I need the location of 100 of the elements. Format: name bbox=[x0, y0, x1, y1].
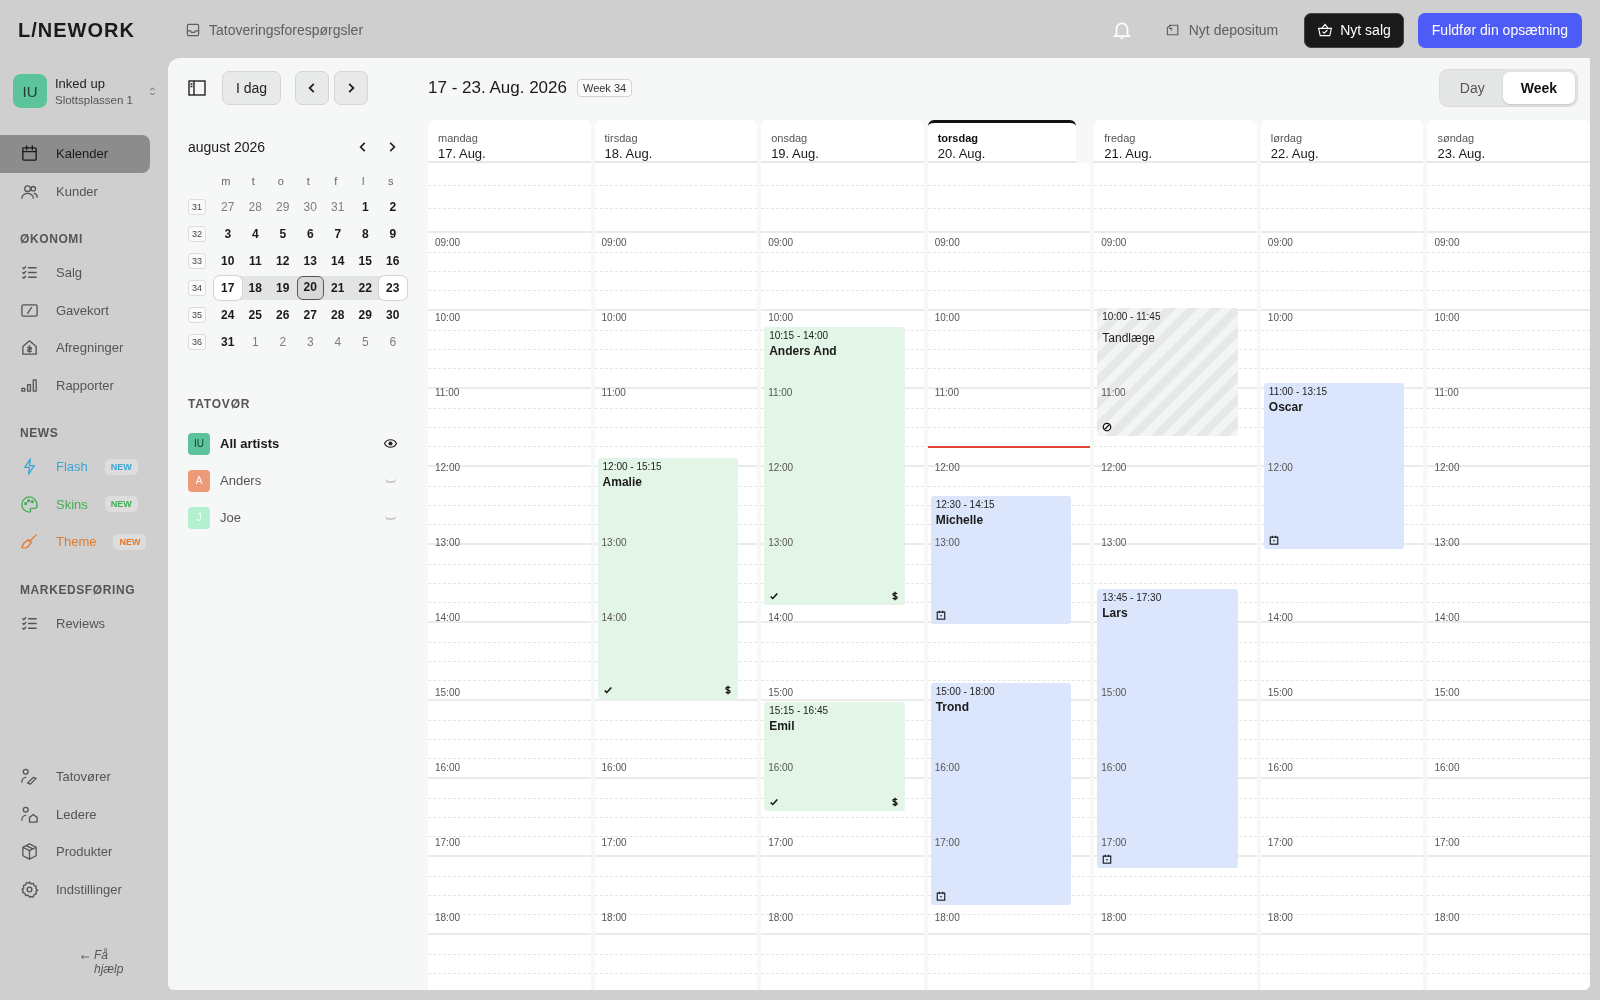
date-cell[interactable]: 3 bbox=[296, 330, 324, 354]
date-cell[interactable]: 14 bbox=[324, 249, 352, 273]
date-cell[interactable]: 31 bbox=[214, 330, 242, 354]
artist-row[interactable]: A Anders bbox=[185, 462, 400, 499]
previous-week-button[interactable] bbox=[295, 70, 330, 105]
date-cell[interactable]: 28 bbox=[324, 303, 352, 327]
hour-label: 18:00 bbox=[768, 912, 794, 924]
inbox-link[interactable]: Tatoveringsforespørgsler bbox=[185, 22, 364, 38]
sidebar-toggle-icon[interactable] bbox=[187, 77, 207, 98]
view-tab[interactable]: Day bbox=[1441, 72, 1503, 104]
date-cell[interactable]: 27 bbox=[296, 303, 324, 327]
appointment-title: Emil bbox=[769, 718, 795, 733]
help-link[interactable]: Få hjælp bbox=[80, 948, 134, 976]
date-cell[interactable]: 27 bbox=[214, 195, 242, 219]
sidebar-item[interactable]: Indstillinger bbox=[0, 870, 150, 908]
date-cell[interactable]: 10 bbox=[214, 249, 242, 273]
date-cell[interactable]: 31 bbox=[324, 195, 352, 219]
hour-label: 11:00 bbox=[768, 387, 793, 399]
date-cell[interactable]: 21 bbox=[324, 276, 352, 300]
date-cell[interactable]: 29 bbox=[269, 195, 297, 219]
date-cell[interactable]: 17 bbox=[214, 276, 242, 300]
hour-label: 09:00 bbox=[1434, 237, 1460, 249]
date-cell[interactable]: 11 bbox=[241, 249, 269, 273]
eye-icon[interactable] bbox=[383, 436, 398, 451]
account-switcher[interactable]: IU Inked up Slottsplassen 1 bbox=[0, 74, 168, 108]
receipt-icon bbox=[1164, 22, 1181, 38]
complete-setup-button[interactable]: Fuldfør din opsætning bbox=[1417, 12, 1582, 48]
date-cell[interactable]: 30 bbox=[379, 303, 407, 327]
date-cell[interactable]: 23 bbox=[379, 276, 407, 300]
date-cell[interactable]: 13 bbox=[296, 249, 324, 273]
date-cell[interactable]: 7 bbox=[324, 222, 352, 246]
date-cell[interactable]: 12 bbox=[269, 249, 297, 273]
date-cell[interactable]: 22 bbox=[351, 276, 379, 300]
date-cell[interactable]: 5 bbox=[351, 330, 379, 354]
section-heading: NEWS bbox=[19, 426, 60, 440]
dollar-icon bbox=[889, 591, 900, 601]
sidebar-item[interactable]: Gavekort bbox=[0, 291, 150, 329]
appointment-title: Amalie bbox=[602, 475, 642, 489]
day-date: 17. Aug. bbox=[438, 146, 487, 161]
date-cell[interactable]: 16 bbox=[379, 249, 407, 273]
sidebar-item[interactable]: Tatovører bbox=[0, 758, 150, 796]
new-badge: NEW bbox=[104, 458, 138, 475]
date-cell[interactable]: 2 bbox=[379, 195, 407, 219]
calendar-icon bbox=[1102, 853, 1113, 864]
appointment-title: Trond bbox=[935, 700, 970, 714]
artist-row[interactable]: IU All artists bbox=[185, 425, 400, 462]
date-cell[interactable]: 18 bbox=[241, 276, 269, 300]
weekday-label: s bbox=[387, 174, 395, 189]
date-cell[interactable]: 1 bbox=[351, 195, 379, 219]
date-cell[interactable]: 26 bbox=[269, 303, 297, 327]
sidebar-item[interactable]: Reviews bbox=[0, 604, 150, 642]
week-number: 33 bbox=[188, 253, 206, 269]
date-cell[interactable]: 4 bbox=[324, 330, 352, 354]
hour-label: 13:00 bbox=[601, 537, 627, 549]
week-badge: Week 34 bbox=[576, 79, 633, 97]
sidebar-item[interactable]: Produkter bbox=[0, 833, 150, 871]
date-cell[interactable]: 1 bbox=[241, 330, 269, 354]
hour-label: 16:00 bbox=[768, 762, 794, 774]
date-cell[interactable]: 25 bbox=[241, 303, 269, 327]
sidebar-item[interactable]: Afregninger bbox=[0, 329, 150, 367]
hour-label: 09:00 bbox=[1267, 237, 1293, 249]
date-cell[interactable]: 9 bbox=[379, 222, 407, 246]
date-cell[interactable]: 19 bbox=[269, 276, 297, 300]
check-icon bbox=[769, 591, 780, 601]
today-button[interactable]: I dag bbox=[222, 70, 282, 105]
hour-label: 16:00 bbox=[1101, 762, 1127, 774]
check-icon bbox=[769, 797, 780, 808]
date-cell[interactable]: 15 bbox=[351, 249, 379, 273]
artist-avatar: A bbox=[188, 469, 210, 492]
sidebar-item[interactable]: Rapporter bbox=[0, 366, 150, 404]
logo: L/NEWORK bbox=[18, 18, 136, 42]
date-cell[interactable]: 8 bbox=[351, 222, 379, 246]
hour-label: 15:00 bbox=[1267, 687, 1293, 699]
artist-row[interactable]: J Joe bbox=[185, 499, 400, 536]
hour-label: 14:00 bbox=[1267, 612, 1293, 624]
sidebar-item[interactable]: Salg bbox=[0, 254, 150, 292]
date-cell[interactable]: 4 bbox=[241, 222, 269, 246]
new-deposit-link[interactable]: Nyt depositum bbox=[1164, 22, 1279, 38]
section-heading: ØKONOMI bbox=[19, 232, 84, 246]
date-cell[interactable]: 6 bbox=[379, 330, 407, 354]
calendar-icon bbox=[935, 891, 946, 901]
date-cell[interactable]: 24 bbox=[214, 303, 242, 327]
date-cell[interactable]: 28 bbox=[241, 195, 269, 219]
next-week-button[interactable] bbox=[334, 70, 369, 105]
date-cell[interactable]: 20 bbox=[296, 276, 324, 300]
week-number: 36 bbox=[188, 334, 206, 350]
sidebar-item[interactable]: Kunder bbox=[0, 172, 150, 210]
sidebar-item[interactable]: Kalender bbox=[0, 135, 150, 173]
date-cell[interactable]: 5 bbox=[269, 222, 297, 246]
date-cell[interactable]: 30 bbox=[296, 195, 324, 219]
new-sale-button[interactable]: Nyt salg bbox=[1304, 12, 1404, 48]
date-cell[interactable]: 29 bbox=[351, 303, 379, 327]
day-date: 21. Aug. bbox=[1104, 146, 1153, 161]
date-cell[interactable]: 3 bbox=[214, 222, 242, 246]
date-cell[interactable]: 2 bbox=[269, 330, 297, 354]
hour-label: 09:00 bbox=[768, 237, 794, 249]
sidebar-item[interactable]: Ledere bbox=[0, 795, 150, 833]
view-tab[interactable]: Week bbox=[1502, 72, 1575, 104]
selected-week[interactable]: 17 18 19 20 21 22 23 bbox=[214, 276, 407, 300]
date-cell[interactable]: 6 bbox=[296, 222, 324, 246]
